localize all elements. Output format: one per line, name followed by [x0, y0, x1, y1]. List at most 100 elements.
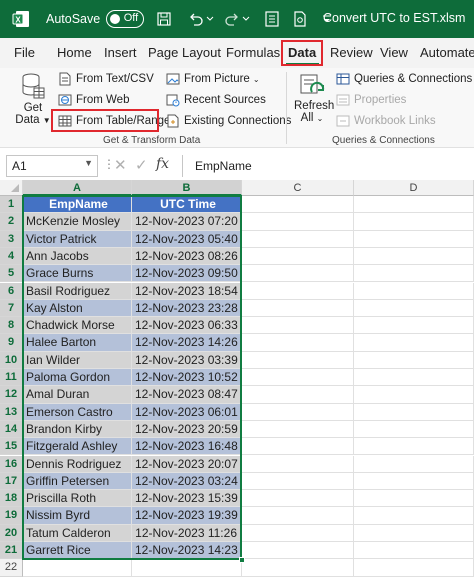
empty-cell[interactable]	[354, 472, 474, 491]
row-header[interactable]: 22	[0, 559, 23, 577]
empty-cell[interactable]	[242, 369, 354, 387]
tab-view[interactable]: View	[380, 45, 408, 60]
empty-cell[interactable]	[242, 230, 354, 248]
select-all-corner[interactable]	[0, 180, 23, 196]
tab-home[interactable]: Home	[57, 45, 92, 60]
recent-sources-button[interactable]: Recent Sources	[166, 93, 266, 107]
existing-connections-button[interactable]: Existing Connections	[166, 114, 291, 128]
empty-cell[interactable]	[242, 420, 354, 439]
empty-cell[interactable]	[242, 455, 354, 473]
tab-page-layout[interactable]: Page Layout	[148, 45, 221, 60]
empty-cell[interactable]	[354, 247, 474, 266]
empty-cell[interactable]	[242, 317, 354, 335]
empty-cell[interactable]	[242, 247, 354, 266]
name-box[interactable]: A1 ▼	[6, 155, 98, 177]
row-header[interactable]: 16	[0, 455, 23, 473]
empty-cell[interactable]	[354, 542, 474, 560]
empty-cell[interactable]	[354, 196, 474, 214]
empty-cell[interactable]	[23, 559, 132, 577]
empty-cell[interactable]	[354, 351, 474, 369]
row-header[interactable]: 13	[0, 403, 23, 421]
empty-cell[interactable]	[354, 438, 474, 456]
enter-icon[interactable]: ✓	[135, 156, 148, 174]
empty-cell[interactable]	[354, 524, 474, 542]
column-header-b[interactable]: B	[132, 180, 242, 196]
print-preview-icon[interactable]	[292, 11, 308, 27]
row-header[interactable]: 20	[0, 524, 23, 542]
row-header[interactable]: 10	[0, 351, 23, 369]
cancel-icon[interactable]: ✕	[114, 156, 127, 174]
empty-cell[interactable]	[242, 213, 354, 231]
empty-cell[interactable]	[354, 386, 474, 404]
empty-cell[interactable]	[354, 230, 474, 248]
empty-cell[interactable]	[354, 317, 474, 335]
row-header[interactable]: 8	[0, 317, 23, 335]
empty-cell[interactable]	[354, 420, 474, 439]
row-header[interactable]: 2	[0, 213, 23, 231]
empty-cell[interactable]	[242, 438, 354, 456]
empty-cell[interactable]	[242, 299, 354, 318]
tab-automate[interactable]: Automate	[420, 45, 474, 60]
from-text-csv-button[interactable]: From Text/CSV	[58, 72, 154, 86]
empty-cell[interactable]	[242, 490, 354, 508]
empty-cell[interactable]	[354, 559, 474, 577]
from-web-button[interactable]: From Web	[58, 93, 129, 107]
redo-icon[interactable]	[224, 11, 240, 27]
tab-formulas[interactable]: Formulas	[226, 45, 280, 60]
row-header[interactable]: 14	[0, 420, 23, 439]
save-icon[interactable]	[156, 11, 172, 27]
tab-review[interactable]: Review	[330, 45, 373, 60]
empty-cell[interactable]	[354, 334, 474, 352]
empty-cell[interactable]	[354, 299, 474, 318]
row-header[interactable]: 21	[0, 542, 23, 560]
empty-cell[interactable]	[242, 524, 354, 542]
empty-cell[interactable]	[354, 403, 474, 421]
row-header[interactable]: 19	[0, 507, 23, 525]
empty-cell[interactable]	[242, 196, 354, 214]
row-header[interactable]: 18	[0, 490, 23, 508]
empty-cell[interactable]	[242, 351, 354, 369]
properties-button[interactable]: Properties	[336, 93, 406, 107]
undo-icon[interactable]	[188, 11, 204, 27]
queries-connections-button[interactable]: Queries & Connections	[336, 72, 472, 86]
empty-cell[interactable]	[354, 490, 474, 508]
tab-insert[interactable]: Insert	[104, 45, 137, 60]
refresh-all-button[interactable]: Refresh All ⌄	[294, 72, 334, 130]
workbook-links-button[interactable]: Workbook Links	[336, 114, 436, 128]
row-header[interactable]: 7	[0, 299, 23, 318]
row-header[interactable]: 6	[0, 282, 23, 300]
row-header[interactable]: 17	[0, 472, 23, 491]
get-data-button[interactable]: Get Data ▼	[14, 72, 52, 130]
column-header-d[interactable]: D	[354, 180, 474, 196]
empty-cell[interactable]	[242, 282, 354, 300]
empty-cell[interactable]	[242, 265, 354, 283]
empty-cell[interactable]	[242, 403, 354, 421]
empty-cell[interactable]	[354, 265, 474, 283]
tab-file[interactable]: File	[14, 45, 35, 60]
empty-cell[interactable]	[354, 213, 474, 231]
macro-form-icon[interactable]	[264, 11, 280, 27]
row-header[interactable]: 12	[0, 386, 23, 404]
column-header-a[interactable]: A	[23, 180, 132, 196]
insert-function-icon[interactable]: fx	[156, 156, 169, 172]
row-header[interactable]: 3	[0, 230, 23, 248]
empty-cell[interactable]	[132, 559, 242, 577]
row-header[interactable]: 11	[0, 369, 23, 387]
row-header[interactable]: 15	[0, 438, 23, 456]
empty-cell[interactable]	[354, 507, 474, 525]
row-header[interactable]: 1	[0, 196, 23, 214]
column-header-c[interactable]: C	[242, 180, 354, 196]
empty-cell[interactable]	[242, 559, 354, 577]
row-header[interactable]: 9	[0, 334, 23, 352]
empty-cell[interactable]	[354, 282, 474, 300]
fill-handle[interactable]	[239, 557, 245, 564]
empty-cell[interactable]	[354, 369, 474, 387]
empty-cell[interactable]	[242, 542, 354, 560]
formula-input[interactable]: EmpName	[182, 155, 472, 177]
autosave-toggle[interactable]: Off	[106, 10, 145, 28]
empty-cell[interactable]	[242, 334, 354, 352]
from-picture-button[interactable]: From Picture ⌄	[166, 72, 260, 86]
empty-cell[interactable]	[242, 507, 354, 525]
empty-cell[interactable]	[242, 472, 354, 491]
undo-dropdown-icon[interactable]	[206, 11, 214, 27]
